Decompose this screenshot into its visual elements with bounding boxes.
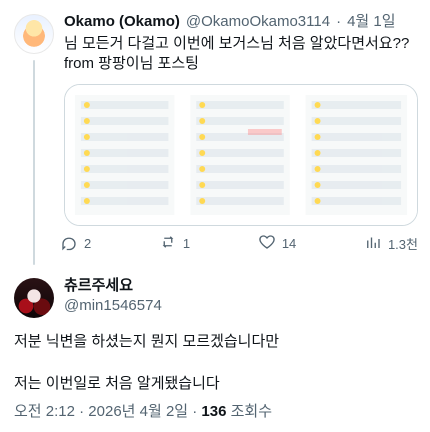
reply-button[interactable]: 2 [60,233,91,254]
reply-text-line-2: 저는 이번일로 처음 알게됐습니다 [14,375,220,392]
reply-author-handle[interactable]: @min1546574 [64,296,418,316]
tweet-text-line-1: 님 모든거 다걸고 이번에 보거스님 처음 알았다면서요?? [64,35,410,52]
parent-tweet-body: Okamo (Okamo) @OkamoOkamo3114 · 4월 1일 님 … [64,12,418,226]
thread-line [33,60,35,265]
retweet-count: 1 [182,236,191,251]
author-handle[interactable]: @OkamoOkamo3114 [186,12,330,32]
tweet-time[interactable]: 4월 1일 [347,12,395,32]
parent-tweet[interactable]: Okamo (Okamo) @OkamoOkamo3114 · 4월 1일 님 … [0,0,430,265]
views-button[interactable]: 1.3천 [364,233,418,254]
views-count: 1.3천 [387,237,418,252]
retweet-button[interactable]: 1 [159,233,190,254]
avatar[interactable] [14,14,54,54]
reply-text: 저분 닉변을 하셨는지 뭔지 모르겠습니다만 저는 이번일로 처음 알게됐습니다 [14,332,418,394]
tweet-actions: 2 1 14 1.3천 [60,233,418,254]
avatar[interactable] [14,278,54,318]
author-name[interactable]: Okamo (Okamo) [64,12,180,32]
like-count: 14 [281,236,297,251]
tweet-header: Okamo (Okamo) @OkamoOkamo3114 · 4월 1일 [64,12,418,32]
reply-metadata: 오전 2:12 · 2026년 4월 2일 · 136 조회수 [14,402,418,422]
retweet-icon [159,233,177,254]
reply-header: 츄르주세요 @min1546574 [64,276,418,316]
views-icon [364,233,382,254]
reply-icon [60,233,78,254]
reply-timestamp[interactable]: 오전 2:12 · 2026년 4월 2일 · [14,403,201,420]
reply-views-label: 조회수 [226,403,273,420]
like-button[interactable]: 14 [258,233,296,254]
reply-tweet[interactable]: 츄르주세요 @min1546574 저분 닉변을 하셨는지 뭔지 모르겠습니다만… [0,276,430,432]
reply-text-line-1: 저분 닉변을 하셨는지 뭔지 모르겠습니다만 [14,333,280,350]
media-thumbnail [65,85,417,225]
tweet-media-image[interactable] [64,84,418,226]
reply-count: 2 [84,236,92,251]
tweet-text-line-2: from 팡팡이님 포스팅 [64,55,199,72]
timeline: Okamo (Okamo) @OkamoOkamo3114 · 4월 1일 님 … [0,0,430,432]
tweet-text: 님 모든거 다걸고 이번에 보거스님 처음 알았다면서요?? from 팡팡이님… [64,34,418,74]
separator-dot: · [336,13,342,30]
reply-author-name[interactable]: 츄르주세요 [64,276,418,296]
heart-icon [258,233,276,254]
reply-views-number: 136 [201,403,227,420]
